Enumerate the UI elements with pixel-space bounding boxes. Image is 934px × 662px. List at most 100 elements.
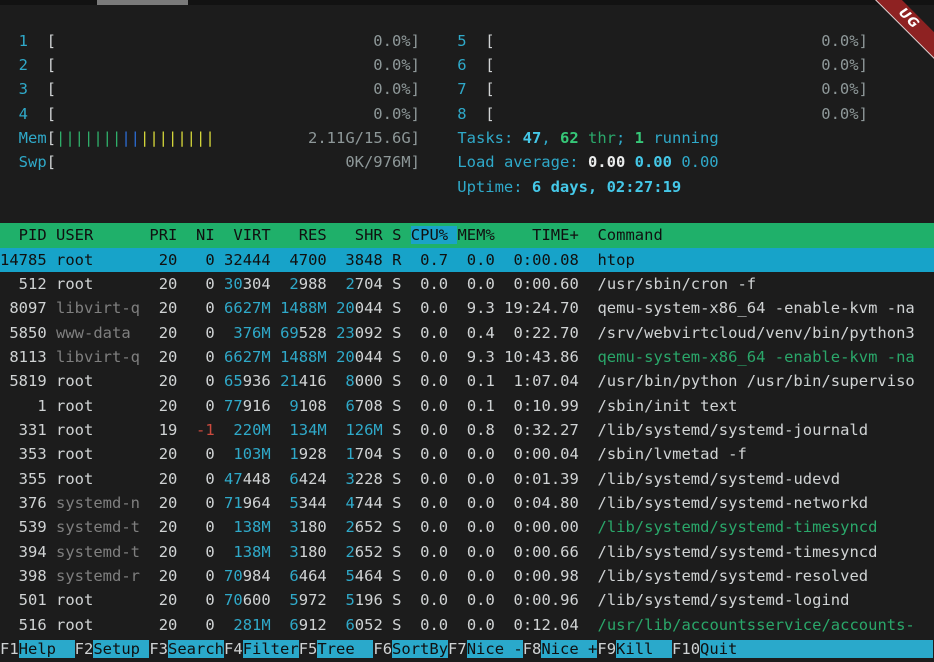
res-cell: 69 — [280, 324, 299, 342]
priority-cell: 20 — [149, 543, 177, 561]
process-row-501[interactable]: 501 root 20 0 70600 5972 5196 S 0.0 0.0 … — [0, 588, 934, 612]
pid-cell: 353 — [0, 445, 47, 463]
process-row-5850[interactable]: 5850 www-data 20 0 376M 69528 23092 S 0.… — [0, 321, 934, 345]
spacer — [280, 397, 289, 415]
fkey-tree-button[interactable]: Tree — [317, 640, 373, 658]
fkey-setup-button[interactable]: Setup — [93, 640, 149, 658]
mem-percent-cell: 0.0 — [457, 494, 494, 512]
command-cell: /lib/systemd/systemd-journald — [597, 421, 868, 439]
column-header-virt[interactable]: VIRT — [224, 226, 271, 244]
column-header-res[interactable]: RES — [280, 226, 327, 244]
column-header-command[interactable]: Command — [597, 226, 662, 244]
fkey-help-button[interactable]: Help — [19, 640, 75, 658]
swp-value: 0K/976M — [345, 153, 410, 171]
res-cell: 5 — [289, 591, 298, 609]
fkey-nice--button[interactable]: Nice - — [467, 640, 523, 658]
spacer — [495, 348, 504, 366]
fkey-filter-button[interactable]: Filter — [243, 640, 299, 658]
column-header-time[interactable]: TIME+ — [504, 226, 579, 244]
time-cell: 0:00.98 — [504, 567, 579, 585]
column-header-mem[interactable]: MEM% — [457, 226, 494, 244]
spacer — [383, 251, 392, 269]
process-row-14785[interactable]: 14785 root 20 0 32444 4700 3848 R 0.7 0.… — [0, 248, 934, 272]
spacer — [579, 421, 598, 439]
meter-open-bracket: [ — [47, 153, 56, 171]
process-row-394[interactable]: 394 systemd-t 20 0 138M 3180 2652 S 0.0 … — [0, 540, 934, 564]
spacer — [401, 591, 410, 609]
process-row-353[interactable]: 353 root 20 0 103M 1928 1704 S 0.0 0.0 0… — [0, 442, 934, 466]
spacer — [177, 616, 186, 634]
fkey-search-button[interactable]: Search — [168, 640, 224, 658]
spacer — [177, 567, 186, 585]
spacer — [140, 591, 149, 609]
process-row-1[interactable]: 1 root 20 0 77916 9108 6708 S 0.0 0.1 0:… — [0, 394, 934, 418]
command-cell: /lib/systemd/systemd-timesyncd — [597, 518, 877, 536]
column-header-shr[interactable]: SHR — [336, 226, 383, 244]
process-row-516[interactable]: 516 root 20 0 281M 6912 6052 S 0.0 0.0 0… — [0, 613, 934, 637]
meter-open-bracket: [ — [47, 105, 56, 123]
spacer — [280, 445, 289, 463]
command-cell: /usr/bin/python /usr/bin/superviso — [597, 372, 914, 390]
mem-percent-cell: 0.0 — [457, 591, 494, 609]
fkey-nice--button[interactable]: Nice + — [541, 640, 597, 658]
fkey-sortby-button[interactable]: SortBy — [392, 640, 448, 658]
meter-open-bracket: [ — [47, 80, 56, 98]
column-header-cpu[interactable]: CPU% — [411, 226, 458, 244]
process-row-5819[interactable]: 5819 root 20 0 65936 21416 8000 S 0.0 0.… — [0, 369, 934, 393]
fkey-quit-button[interactable]: Quit — [700, 640, 933, 658]
res-cell: 1488M — [280, 348, 327, 366]
spacer — [140, 421, 149, 439]
mem-percent-cell: 0.0 — [457, 251, 494, 269]
command-cell: /usr/lib/accountsservice/accounts- — [597, 616, 914, 634]
meter-open-bracket: [ — [485, 105, 494, 123]
uptime-row: Uptime: 6 days, 02:27:19 — [0, 175, 934, 199]
command-cell: qemu-system-x86_64 -enable-kvm -na — [597, 299, 914, 317]
uptime-seg-0: Uptime: — [457, 178, 532, 196]
process-row-539[interactable]: 539 systemd-t 20 0 138M 3180 2652 S 0.0 … — [0, 515, 934, 539]
column-header-pri[interactable]: PRI — [149, 226, 177, 244]
process-row-355[interactable]: 355 root 20 0 47448 6424 3228 S 0.0 0.0 … — [0, 467, 934, 491]
spacer — [579, 494, 598, 512]
spacer — [271, 445, 280, 463]
process-row-398[interactable]: 398 systemd-r 20 0 70984 6464 5464 S 0.0… — [0, 564, 934, 588]
res-cell: 1 — [289, 445, 298, 463]
shr-cell: 3848 — [345, 251, 382, 269]
column-header-pid[interactable]: PID — [0, 226, 47, 244]
spacer — [579, 445, 598, 463]
tasks-stat-seg-5: ; — [616, 129, 635, 147]
cpu-percent-cell: 0.7 — [411, 251, 448, 269]
shr-cell-low: 044 — [355, 348, 383, 366]
spacer — [420, 56, 457, 74]
spacer — [280, 470, 289, 488]
nice-cell: 0 — [187, 591, 215, 609]
nice-cell: -1 — [196, 421, 215, 439]
spacer — [215, 299, 224, 317]
window-tab-fragment[interactable] — [97, 0, 188, 5]
spacer — [401, 421, 410, 439]
priority-cell: 20 — [149, 348, 177, 366]
pid-cell: 398 — [0, 567, 47, 585]
process-row-331[interactable]: 331 root 19 -1 220M 134M 126M S 0.0 0.8 … — [0, 418, 934, 442]
spacer — [177, 275, 186, 293]
column-header-user[interactable]: USER — [56, 226, 140, 244]
process-row-8097[interactable]: 8097 libvirt-q 20 0 6627M 1488M 20044 S … — [0, 296, 934, 320]
shr-cell: 2 — [345, 275, 354, 293]
virt-cell: 70 — [224, 591, 243, 609]
mem-percent-cell: 9.3 — [457, 348, 494, 366]
process-row-376[interactable]: 376 systemd-n 20 0 71964 5344 4744 S 0.0… — [0, 491, 934, 515]
process-row-8113[interactable]: 8113 libvirt-q 20 0 6627M 1488M 20044 S … — [0, 345, 934, 369]
pid-cell: 331 — [0, 421, 47, 439]
shr-cell: 5 — [345, 567, 354, 585]
column-header-ni[interactable]: NI — [187, 226, 215, 244]
process-row-512[interactable]: 512 root 20 0 30304 2988 2704 S 0.0 0.0 … — [0, 272, 934, 296]
fkey-f5-key: F5 — [299, 640, 318, 658]
tasks-stat-seg-3: 62 — [560, 129, 579, 147]
time-cell: 0:01.39 — [504, 470, 579, 488]
cpu-3-meter-value: 0.0% — [56, 80, 411, 98]
shr-cell: 1 — [345, 445, 354, 463]
res-cell: 5 — [289, 494, 298, 512]
spacer — [495, 518, 504, 536]
fkey-kill-button[interactable]: Kill — [616, 640, 672, 658]
spacer — [401, 567, 410, 585]
mem-percent-cell: 0.0 — [457, 567, 494, 585]
